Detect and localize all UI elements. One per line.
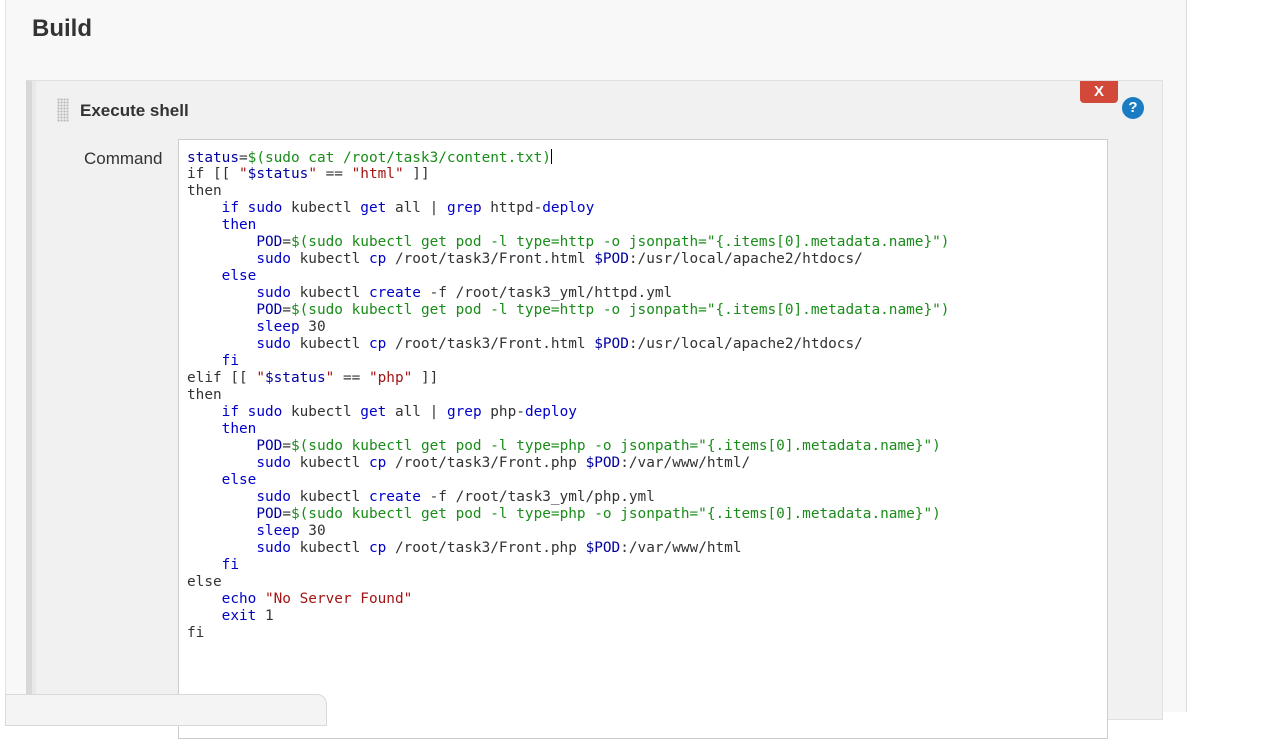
- code-line: else: [221, 472, 257, 488]
- code-line: sleep 30: [256, 319, 326, 335]
- code-line: if [[ "$status" == "html" ]]: [187, 166, 430, 182]
- code-line: else: [187, 574, 222, 590]
- command-label: Command: [84, 149, 163, 168]
- text-cursor: [550, 149, 552, 164]
- code-line: then: [187, 183, 222, 199]
- code-line: elif [[ "$status" == "php" ]]: [187, 370, 439, 386]
- code-line: fi: [187, 625, 205, 641]
- code-line: sudo kubectl cp /root/task3/Front.html $…: [256, 251, 863, 267]
- section-title: Build: [32, 15, 92, 42]
- code-line: POD=$(sudo kubectl get pod -l type=http …: [256, 234, 950, 250]
- code-line: exit 1: [221, 608, 274, 624]
- build-section: Build Execute shell X ? Command status=$…: [5, 0, 1187, 739]
- code-line: sleep 30: [256, 523, 326, 539]
- help-icon[interactable]: ?: [1122, 97, 1144, 119]
- code-line: then: [221, 217, 257, 233]
- code-line: then: [221, 421, 257, 437]
- execute-shell-step: Execute shell X ? Command status=$(sudo …: [26, 80, 1163, 739]
- bottom-panel-tab: [5, 694, 327, 726]
- step-left-bar: [32, 81, 36, 719]
- code-line: sudo kubectl create -f /root/task3_yml/h…: [256, 285, 673, 301]
- code-line: fi: [221, 557, 239, 573]
- code-line: if sudo kubectl get all | grep php-deplo…: [221, 404, 577, 420]
- code-line: POD=$(sudo kubectl get pod -l type=php -…: [256, 438, 941, 454]
- command-code: status=$(sudo cat /root/task3/content.tx…: [179, 140, 1107, 642]
- code-line: then: [187, 387, 222, 403]
- step-title: Execute shell: [80, 101, 189, 120]
- drag-handle-icon[interactable]: [57, 98, 69, 122]
- code-line: sudo kubectl cp /root/task3/Front.php $P…: [256, 540, 742, 556]
- command-editor[interactable]: status=$(sudo cat /root/task3/content.tx…: [178, 139, 1108, 739]
- code-line: POD=$(sudo kubectl get pod -l type=http …: [256, 302, 950, 318]
- code-line: else: [221, 268, 257, 284]
- code-line: status=$(sudo cat /root/task3/content.tx…: [187, 149, 552, 166]
- code-line: sudo kubectl cp /root/task3/Front.php $P…: [256, 455, 751, 471]
- delete-step-button[interactable]: X: [1080, 81, 1118, 103]
- code-line: fi: [221, 353, 239, 369]
- code-line: sudo kubectl cp /root/task3/Front.html $…: [256, 336, 863, 352]
- code-line: echo "No Server Found": [221, 591, 413, 607]
- code-line: sudo kubectl create -f /root/task3_yml/p…: [256, 489, 655, 505]
- code-line: if sudo kubectl get all | grep httpd-dep…: [221, 200, 595, 216]
- code-line: POD=$(sudo kubectl get pod -l type=php -…: [256, 506, 941, 522]
